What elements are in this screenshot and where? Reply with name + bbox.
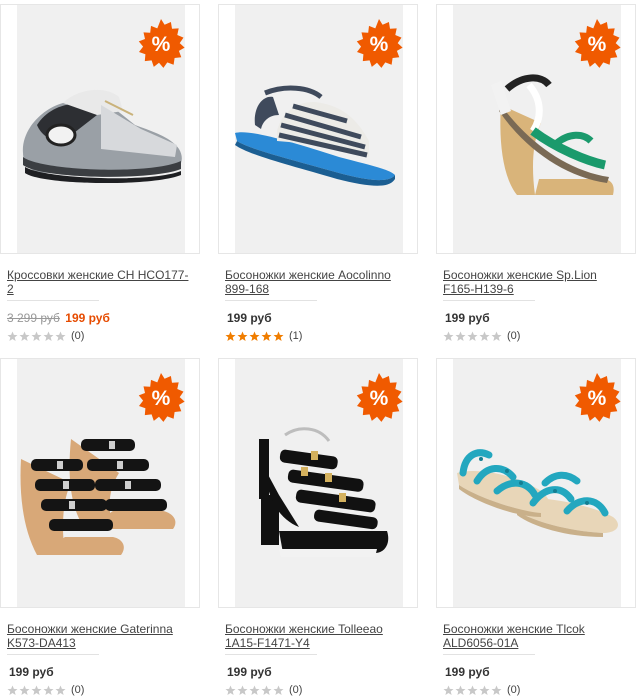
product-image-link[interactable]: % bbox=[436, 4, 636, 254]
star-icon bbox=[491, 331, 502, 342]
price: 199 руб bbox=[443, 311, 636, 325]
product-card: % Босоножки женские Tlcok ALD6056-01A 19… bbox=[436, 358, 636, 696]
rating-stars[interactable] bbox=[443, 331, 503, 342]
product-title-link[interactable]: Босоножки женские Aocolinno 899-168 bbox=[225, 268, 410, 296]
divider bbox=[7, 654, 99, 655]
old-price: 3 299 руб bbox=[7, 311, 60, 325]
review-count[interactable]: (0) bbox=[71, 330, 84, 342]
review-count[interactable]: (0) bbox=[71, 684, 84, 696]
discount-badge: % bbox=[135, 373, 187, 425]
rating: (0) bbox=[443, 684, 636, 696]
discount-percent-label: % bbox=[151, 387, 171, 410]
price: 199 руб bbox=[443, 665, 636, 679]
price: 3 299 руб 199 руб bbox=[7, 311, 200, 325]
discount-percent-label: % bbox=[369, 387, 389, 410]
star-icon bbox=[467, 685, 478, 696]
discount-badge: % bbox=[353, 19, 405, 71]
divider bbox=[225, 654, 317, 655]
discount-badge: % bbox=[571, 373, 623, 425]
product-title-link[interactable]: Кроссовки женские CH HCO177-2 bbox=[7, 268, 192, 296]
star-icon bbox=[43, 685, 54, 696]
star-icon bbox=[491, 685, 502, 696]
star-icon bbox=[237, 331, 248, 342]
product-card: % Босоножки женские Gaterinna K573-DA413… bbox=[0, 358, 200, 696]
product-image-link[interactable]: % bbox=[0, 4, 200, 254]
regular-price: 199 руб bbox=[227, 665, 272, 679]
product-card: % Босоножки женские Sp.Lion F165-H139-6 … bbox=[436, 4, 636, 342]
product-title-link[interactable]: Босоножки женские Gaterinna K573-DA413 bbox=[7, 622, 192, 650]
star-icon bbox=[55, 331, 66, 342]
discount-percent-label: % bbox=[369, 33, 389, 56]
star-icon bbox=[19, 685, 30, 696]
rating: (1) bbox=[225, 330, 418, 342]
review-count[interactable]: (0) bbox=[507, 684, 520, 696]
discount-percent-label: % bbox=[587, 387, 607, 410]
discount-badge: % bbox=[571, 19, 623, 71]
star-icon bbox=[19, 331, 30, 342]
star-icon bbox=[249, 331, 260, 342]
star-icon bbox=[273, 685, 284, 696]
star-icon bbox=[467, 331, 478, 342]
rating: (0) bbox=[225, 684, 418, 696]
discount-badge: % bbox=[353, 373, 405, 425]
regular-price: 199 руб bbox=[445, 311, 490, 325]
rating-stars[interactable] bbox=[7, 685, 67, 696]
discount-badge: % bbox=[135, 19, 187, 71]
divider bbox=[7, 300, 99, 301]
rating-stars[interactable] bbox=[225, 685, 285, 696]
sale-price: 199 руб bbox=[65, 311, 110, 325]
price: 199 руб bbox=[225, 311, 418, 325]
star-icon bbox=[7, 685, 18, 696]
divider bbox=[225, 300, 317, 301]
star-icon bbox=[225, 685, 236, 696]
star-icon bbox=[479, 331, 490, 342]
rating: (0) bbox=[443, 330, 636, 342]
product-image-link[interactable]: % bbox=[218, 4, 418, 254]
regular-price: 199 руб bbox=[445, 665, 490, 679]
rating-stars[interactable] bbox=[225, 331, 285, 342]
star-icon bbox=[237, 685, 248, 696]
star-icon bbox=[455, 685, 466, 696]
rating-stars[interactable] bbox=[443, 685, 503, 696]
rating-stars[interactable] bbox=[7, 331, 67, 342]
divider bbox=[443, 300, 535, 301]
product-image-link[interactable]: % bbox=[0, 358, 200, 608]
star-icon bbox=[443, 331, 454, 342]
star-icon bbox=[31, 331, 42, 342]
price: 199 руб bbox=[7, 665, 200, 679]
product-title-link[interactable]: Босоножки женские Tlcok ALD6056-01A bbox=[443, 622, 628, 650]
product-card: % Кроссовки женские CH HCO177-2 3 299 ру… bbox=[0, 4, 200, 342]
review-count[interactable]: (1) bbox=[289, 330, 302, 342]
review-count[interactable]: (0) bbox=[507, 330, 520, 342]
regular-price: 199 руб bbox=[227, 311, 272, 325]
product-title-link[interactable]: Босоножки женские Tolleeao 1A15-F1471-Y4 bbox=[225, 622, 410, 650]
review-count[interactable]: (0) bbox=[289, 684, 302, 696]
product-card: % Босоножки женские Aocolinno 899-168 19… bbox=[218, 4, 418, 342]
rating: (0) bbox=[7, 330, 200, 342]
divider bbox=[443, 654, 535, 655]
product-image-link[interactable]: % bbox=[436, 358, 636, 608]
star-icon bbox=[43, 331, 54, 342]
product-image-link[interactable]: % bbox=[218, 358, 418, 608]
star-icon bbox=[273, 331, 284, 342]
price: 199 руб bbox=[225, 665, 418, 679]
product-title-link[interactable]: Босоножки женские Sp.Lion F165-H139-6 bbox=[443, 268, 628, 296]
product-card: % Босоножки женские Tolleeao 1A15-F1471-… bbox=[218, 358, 418, 696]
star-icon bbox=[249, 685, 260, 696]
star-icon bbox=[31, 685, 42, 696]
discount-percent-label: % bbox=[587, 33, 607, 56]
discount-percent-label: % bbox=[151, 33, 171, 56]
star-icon bbox=[455, 331, 466, 342]
star-icon bbox=[479, 685, 490, 696]
star-icon bbox=[261, 685, 272, 696]
rating: (0) bbox=[7, 684, 200, 696]
star-icon bbox=[225, 331, 236, 342]
star-icon bbox=[443, 685, 454, 696]
star-icon bbox=[261, 331, 272, 342]
regular-price: 199 руб bbox=[9, 665, 54, 679]
star-icon bbox=[55, 685, 66, 696]
star-icon bbox=[7, 331, 18, 342]
product-grid: % Кроссовки женские CH HCO177-2 3 299 ру… bbox=[0, 0, 643, 700]
